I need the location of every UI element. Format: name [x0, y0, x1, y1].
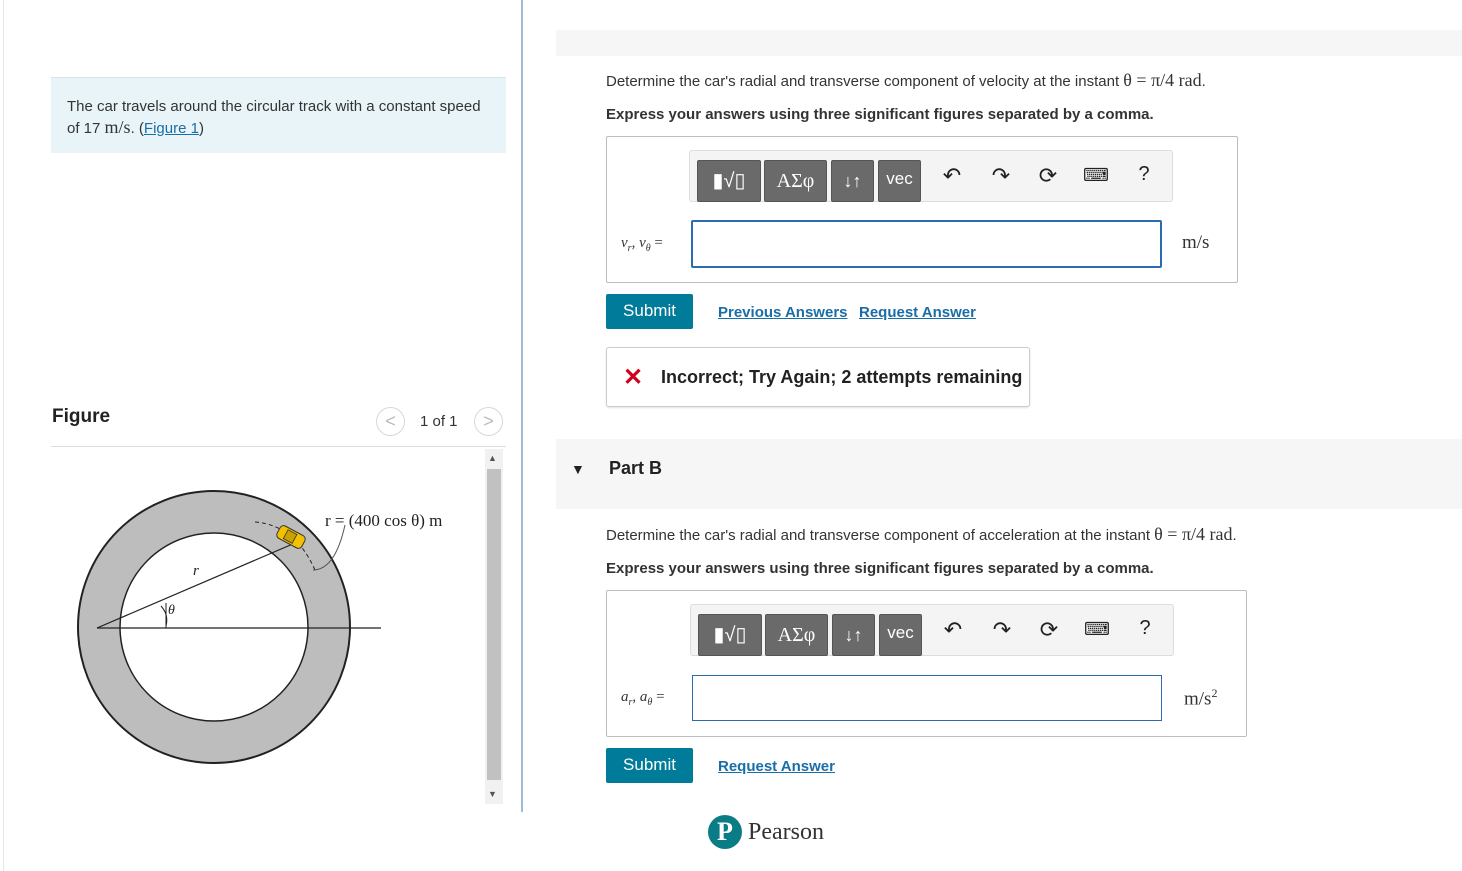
figure-divider — [51, 446, 506, 447]
scroll-up-arrow[interactable]: ▲ — [488, 453, 497, 463]
greek-symbols-button[interactable]: ΑΣφ — [764, 160, 827, 202]
part-b-question: Determine the car's radial and transvers… — [606, 524, 1237, 545]
figure-prev-button[interactable]: < — [376, 407, 405, 436]
part-a-submit-button[interactable]: Submit — [606, 294, 693, 329]
figure-next-button[interactable]: > — [474, 407, 503, 436]
part-b-question-math: θ = π/4 rad — [1154, 524, 1233, 544]
reset-icon[interactable]: ⟳ — [1033, 163, 1063, 189]
part-b-answer-label: ar, aθ = — [621, 689, 665, 708]
pearson-brand-name: Pearson — [748, 819, 824, 845]
part-b-question-text: Determine the car's radial and transvers… — [606, 527, 1155, 544]
previous-answers-link[interactable]: Previous Answers — [718, 304, 848, 321]
label-equals: = — [652, 689, 665, 705]
feedback-message: ✕ Incorrect; Try Again; 2 attempts remai… — [606, 347, 1030, 407]
templates-button[interactable]: ▮√▯ — [698, 614, 762, 656]
panel-divider[interactable] — [521, 0, 523, 812]
vr-symbol: v — [621, 235, 628, 251]
track-formula: r = (400 cos θ) m — [325, 511, 442, 530]
left-panel: The car travels around the circular trac… — [0, 0, 522, 871]
label-separator: , — [631, 235, 640, 251]
part-b-toggle-icon[interactable]: ▼ — [571, 461, 585, 477]
theta-label: θ — [168, 603, 175, 618]
problem-text-mid: . ( — [130, 120, 144, 137]
part-a-request-answer-link[interactable]: Request Answer — [859, 304, 976, 321]
part-a-unit: m/s — [1182, 232, 1210, 253]
reset-icon[interactable]: ⟳ — [1034, 617, 1064, 643]
redo-icon[interactable]: ↷ — [986, 163, 1016, 189]
keyboard-icon[interactable]: ⌨ — [1082, 619, 1112, 640]
speed-unit: m/s — [104, 117, 131, 137]
part-b-answer-box: ▮√▯ ΑΣφ ↓↑ vec ↶ ↷ ⟳ ⌨ ? ar, aθ = m/s2 — [606, 590, 1247, 737]
scroll-down-arrow[interactable]: ▼ — [488, 789, 497, 799]
part-b-unit: m/s2 — [1184, 686, 1217, 710]
figure-scrollbar-thumb[interactable] — [487, 469, 501, 780]
part-a-question-text: Determine the car's radial and transvers… — [606, 73, 1124, 90]
track-inner — [119, 532, 309, 722]
problem-statement: The car travels around the circular trac… — [51, 77, 506, 153]
error-icon: ✕ — [623, 364, 644, 391]
ar-symbol: a — [621, 689, 629, 705]
vector-button[interactable]: vec — [879, 614, 922, 656]
part-b-title[interactable]: Part B — [609, 458, 662, 479]
part-a-question-end: . — [1201, 73, 1206, 90]
part-a-answer-label: vr, vθ = — [621, 235, 663, 254]
problem-text-end: ) — [198, 120, 204, 137]
part-b-header-band[interactable] — [556, 439, 1462, 509]
figure-counter: 1 of 1 — [420, 413, 458, 430]
part-b-unit-exponent: 2 — [1211, 686, 1218, 700]
part-a-answer-input[interactable] — [691, 220, 1162, 268]
undo-icon[interactable]: ↶ — [938, 617, 968, 643]
subscript-superscript-button[interactable]: ↓↑ — [831, 160, 874, 202]
keyboard-icon[interactable]: ⌨ — [1081, 165, 1111, 186]
part-a-question: Determine the car's radial and transvers… — [606, 70, 1206, 91]
undo-icon[interactable]: ↶ — [937, 163, 967, 189]
help-button[interactable]: ? — [1130, 617, 1160, 640]
part-a-question-math: θ = π/4 rad — [1123, 70, 1202, 90]
vector-button[interactable]: vec — [878, 160, 921, 202]
part-a-answer-box: ▮√▯ ΑΣφ ↓↑ vec ↶ ↷ ⟳ ⌨ ? vr, vθ = m/s — [606, 136, 1238, 283]
track-figure: r θ r = (400 cos θ) m — [77, 490, 442, 764]
help-button[interactable]: ? — [1129, 163, 1159, 186]
templates-button[interactable]: ▮√▯ — [697, 160, 761, 202]
figure-link[interactable]: Figure 1 — [144, 120, 199, 137]
part-b-math-toolbar: ▮√▯ ΑΣφ ↓↑ vec ↶ ↷ ⟳ ⌨ ? — [690, 604, 1174, 656]
part-b-instruction: Express your answers using three signifi… — [606, 560, 1154, 577]
redo-icon[interactable]: ↷ — [987, 617, 1017, 643]
figure-title: Figure — [52, 406, 111, 427]
label-equals: = — [650, 235, 663, 251]
part-b-submit-button[interactable]: Submit — [606, 748, 693, 783]
part-b-unit-base: m/s — [1184, 688, 1212, 710]
greek-symbols-button[interactable]: ΑΣφ — [765, 614, 828, 656]
part-a-math-toolbar: ▮√▯ ΑΣφ ↓↑ vec ↶ ↷ ⟳ ⌨ ? — [689, 150, 1173, 202]
part-a-instruction: Express your answers using three signifi… — [606, 106, 1154, 123]
feedback-text: Incorrect; Try Again; 2 attempts remaini… — [661, 367, 1023, 387]
part-a-header-band — [556, 30, 1462, 56]
page-edge — [3, 0, 4, 871]
pearson-logo-icon: P — [708, 815, 742, 849]
label-separator: , — [632, 689, 640, 705]
subscript-superscript-button[interactable]: ↓↑ — [832, 614, 875, 656]
part-b-request-answer-link[interactable]: Request Answer — [718, 758, 835, 775]
r-label: r — [193, 563, 199, 579]
vtheta-symbol: v — [639, 235, 646, 251]
part-b-answer-input[interactable] — [692, 675, 1162, 721]
part-b-question-end: . — [1232, 527, 1237, 544]
